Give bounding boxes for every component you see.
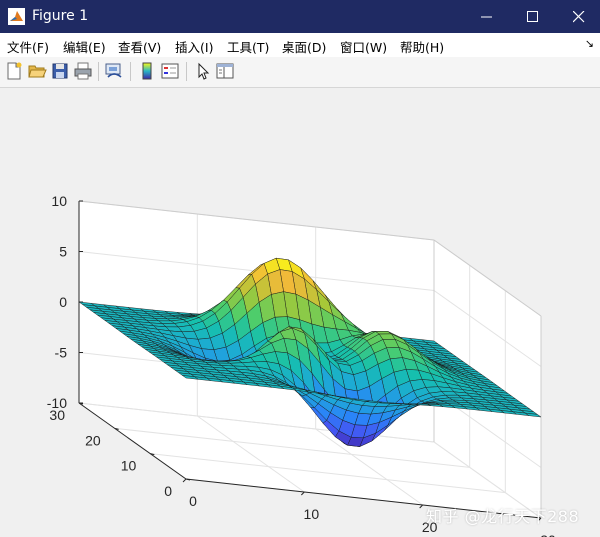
pointer-button[interactable] xyxy=(193,61,213,81)
x-tick-mark xyxy=(182,478,187,483)
window-title: Figure 1 xyxy=(32,8,89,24)
menu-help[interactable]: 帮助(H) xyxy=(400,37,444,56)
menu-file[interactable]: 文件(F) xyxy=(7,37,49,56)
x-tick-label: 10 xyxy=(304,506,320,522)
z-tick-label: -10 xyxy=(47,395,67,411)
matlab-logo-icon xyxy=(8,8,25,25)
save-button[interactable] xyxy=(50,61,70,81)
print-icon xyxy=(74,62,92,80)
property-editor-button[interactable] xyxy=(215,61,235,81)
x-tick-mark xyxy=(300,491,305,496)
maximize-button[interactable] xyxy=(510,0,556,33)
z-tick-label: -5 xyxy=(55,345,68,361)
maximize-icon xyxy=(527,11,538,22)
insert-colorbar-button[interactable] xyxy=(137,61,157,81)
property-editor-icon xyxy=(216,63,234,79)
insert-legend-icon xyxy=(161,63,179,79)
y-tick-label: 20 xyxy=(85,432,101,448)
z-tick-label: 10 xyxy=(51,193,67,209)
menu-overflow-icon[interactable]: ↘ xyxy=(585,37,594,50)
open-file-button[interactable] xyxy=(27,61,47,81)
close-button[interactable] xyxy=(556,0,600,33)
x-tick-label: 30 xyxy=(540,532,556,537)
menu-desktop[interactable]: 桌面(D) xyxy=(282,37,326,56)
open-file-icon xyxy=(28,65,47,78)
toolbar-separator xyxy=(130,62,131,81)
menu-view[interactable]: 查看(V) xyxy=(118,37,161,56)
pointer-icon xyxy=(198,62,210,80)
link-plot-button[interactable] xyxy=(104,61,124,81)
x-tick-mark xyxy=(419,504,424,509)
toolbar-separator xyxy=(186,62,187,81)
menu-edit[interactable]: 编辑(E) xyxy=(63,37,106,56)
insert-colorbar-icon xyxy=(142,62,152,80)
y-tick-label: 10 xyxy=(121,458,137,474)
menu-bar: 文件(F) 编辑(E) 查看(V) 插入(I) 工具(T) 桌面(D) 窗口(W… xyxy=(0,33,600,57)
new-figure-icon xyxy=(7,62,22,80)
menu-insert[interactable]: 插入(I) xyxy=(175,37,213,56)
x-tick-label: 0 xyxy=(189,493,197,509)
insert-legend-button[interactable] xyxy=(160,61,180,81)
toolbar-separator xyxy=(98,62,99,81)
close-icon xyxy=(573,11,585,23)
menu-tools[interactable]: 工具(T) xyxy=(227,37,269,56)
save-icon xyxy=(52,63,68,79)
window-titlebar: Figure 1 xyxy=(0,0,600,33)
z-tick-label: 5 xyxy=(59,244,67,260)
figure-toolbar xyxy=(0,57,600,88)
surface-plot[interactable]: 01020300102030-10-50510 xyxy=(0,88,600,537)
minimize-icon xyxy=(481,16,492,18)
new-figure-button[interactable] xyxy=(4,61,24,81)
minimize-button[interactable] xyxy=(464,0,510,33)
watermark-text: 知乎 @龙行天下288 xyxy=(426,507,580,526)
z-tick-label: 0 xyxy=(59,294,67,310)
link-plot-icon xyxy=(105,63,122,78)
menu-window[interactable]: 窗口(W) xyxy=(340,37,387,56)
print-button[interactable] xyxy=(73,61,93,81)
y-tick-label: 0 xyxy=(164,483,172,499)
